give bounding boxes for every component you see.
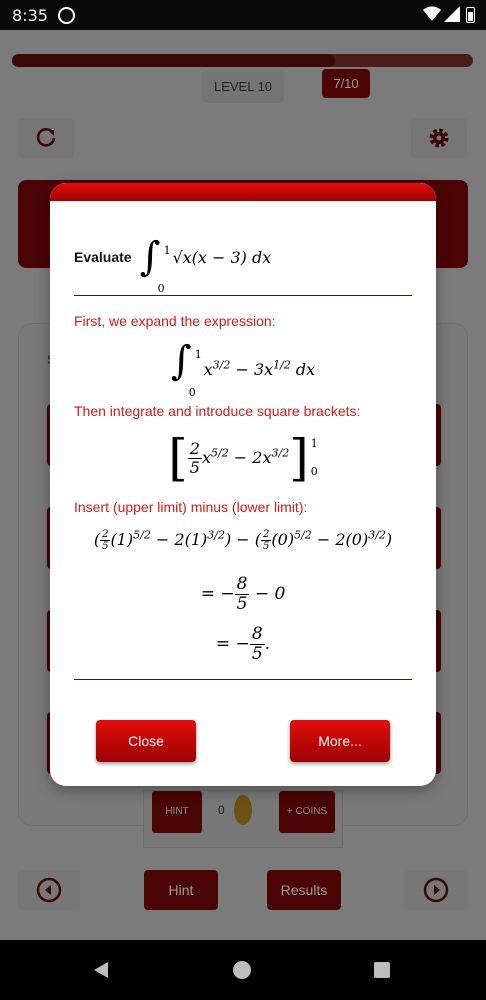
close-button[interactable]: Close [96, 720, 196, 762]
term: − 2x [228, 447, 272, 467]
fraction-numerator: 8 [249, 624, 265, 645]
fraction-denominator: 5 [102, 541, 109, 552]
app-status-icon [58, 7, 75, 24]
integral-upper-limit: 1 [194, 348, 202, 361]
refresh-button[interactable] [18, 118, 74, 158]
step-3-equation-line-1: (2 5 (1)5/2 − 2(1)3/2) − (2 5 (0)5/2 − 2(0)3… [93, 528, 393, 552]
status-time: 8:35 [12, 6, 48, 25]
evaluate-label: Evaluate [74, 249, 132, 265]
prev-arrow-icon [36, 877, 62, 903]
integral-upper-limit: 1 [163, 244, 171, 257]
question-row: Evaluate ∫ 1 0 √x(x − 3) dx [74, 227, 271, 295]
step-1-text: First, we expand the expression: [74, 313, 276, 329]
hint-button[interactable]: Hint [144, 870, 218, 910]
previous-question-button[interactable] [18, 870, 80, 910]
signal-icon [444, 6, 460, 22]
bottom-divider [74, 679, 412, 680]
home-nav-icon[interactable] [233, 961, 251, 979]
coin-icon [234, 795, 252, 825]
settings-gear-icon [429, 128, 449, 148]
fraction-numerator: 8 [234, 574, 250, 595]
next-question-button[interactable] [405, 870, 467, 910]
level-label: LEVEL 10 [202, 71, 284, 103]
battery-icon [466, 7, 475, 23]
term: − 3x [230, 360, 274, 380]
hint-count: 0 [218, 803, 225, 817]
exponent: 3/2 [368, 528, 386, 542]
system-nav-bar [0, 940, 486, 1000]
term: − 0 [249, 583, 286, 604]
question-expression-root: √x [172, 247, 192, 267]
term: = − [215, 633, 250, 654]
step-3-equation-line-2: = −8 5 − 0 [50, 575, 436, 613]
hint-bar: HINT 0 + COINS [143, 790, 343, 848]
wifi-icon [423, 6, 441, 21]
solution-dialog: Evaluate ∫ 1 0 √x(x − 3) dx First, we expa… [50, 183, 436, 786]
fraction-denominator: 5 [263, 541, 270, 552]
question-expression: √x(x − 3) dx [172, 248, 271, 267]
term: . [264, 633, 271, 654]
hint-small-button[interactable]: HINT [152, 791, 202, 833]
level-progress-fill [12, 54, 335, 67]
question-expression-rest: (x − 3) dx [191, 247, 272, 267]
step-2-equation: [2 5 x5/2 − 2x3/2] 1 0 [168, 429, 318, 487]
fraction-denominator: 5 [251, 643, 263, 664]
top-divider [74, 295, 412, 296]
recents-nav-icon[interactable] [374, 962, 390, 978]
step-1-equation: ∫ 1 0 x3/2 − 3x1/2 dx [50, 341, 436, 399]
step-3-text: Insert (upper limit) minus (lower limit)… [74, 499, 308, 515]
integral-sign: ∫ 1 0 [140, 237, 171, 295]
term: (1) [184, 530, 208, 549]
exponent: 3/2 [271, 445, 290, 459]
integral-lower-limit: 0 [157, 282, 165, 295]
fraction-denominator: 5 [189, 457, 200, 477]
results-button[interactable]: Results [267, 870, 341, 910]
settings-button[interactable] [411, 118, 467, 158]
bracket-lower-limit: 0 [310, 465, 318, 478]
exponent: 5/2 [133, 528, 151, 542]
step-3-equation-line-3: = −8 5. [50, 625, 436, 663]
add-coins-button[interactable]: + COINS [279, 791, 335, 833]
term: dx [290, 360, 316, 380]
more-button[interactable]: More... [290, 720, 390, 762]
fraction-denominator: 5 [236, 593, 248, 614]
fraction-numerator: 2 [100, 529, 111, 541]
bracket-upper-limit: 1 [310, 437, 318, 450]
term: x [203, 360, 213, 380]
term: x [201, 447, 212, 467]
term: 0 [277, 530, 288, 549]
next-arrow-icon [423, 877, 449, 903]
fraction-numerator: 2 [261, 529, 272, 541]
term: 0 [351, 530, 362, 549]
exponent: 1/2 [273, 358, 291, 372]
exponent: 5/2 [211, 445, 229, 459]
exponent: 3/2 [212, 358, 231, 372]
back-nav-icon[interactable] [92, 961, 110, 979]
step-2-text: Then integrate and introduce square brac… [74, 403, 361, 419]
fraction-numerator: 2 [187, 438, 202, 459]
status-bar: 8:35 [0, 0, 486, 30]
refresh-icon [36, 128, 56, 147]
integral-sign: ∫ 1 0 [171, 341, 202, 399]
exponent: 5/2 [294, 528, 312, 542]
dialog-header [50, 183, 436, 201]
exponent: 3/2 [207, 528, 225, 542]
term: (1) [110, 530, 134, 549]
question-counter: 7/10 [322, 69, 370, 98]
level-progress-bar [12, 54, 473, 67]
term: = − [200, 583, 235, 604]
